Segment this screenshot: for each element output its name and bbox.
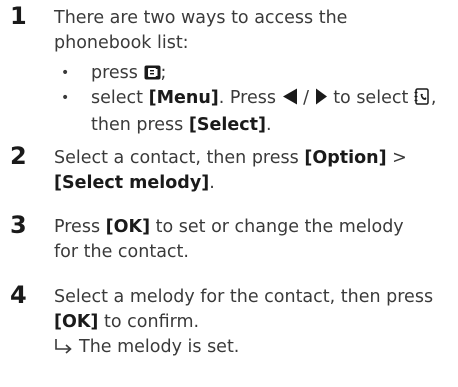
result-text: The melody is set. <box>79 337 240 357</box>
step-text: Press [OK] to set or change the melody f… <box>54 215 456 264</box>
step-text-line: for the contact. <box>54 241 189 262</box>
step-text: There are two ways to access the phonebo… <box>54 6 456 55</box>
ok-key-label: [OK] <box>105 217 151 237</box>
left-triangle-icon <box>282 88 298 113</box>
option-key-label: [Option] <box>304 148 387 168</box>
period-text: . <box>209 172 215 193</box>
press-text: . Press <box>218 88 276 108</box>
bullet-pre-text: press <box>91 63 138 83</box>
bullet-text: select [Menu]. Press / to select , then … <box>91 86 456 137</box>
step-text-pre: Select a contact, then press <box>54 148 299 168</box>
ok-key-label: [OK] <box>54 311 99 332</box>
menu-key-label: [Menu] <box>148 88 219 108</box>
phonebook-key-icon <box>144 63 161 88</box>
step-text-post: to set or change the melody <box>155 217 404 237</box>
step-number: 1 <box>10 2 27 30</box>
right-triangle-icon <box>315 88 328 113</box>
select-melody-label: [Select melody] <box>54 172 210 193</box>
bullet-pre-text: select <box>91 88 143 108</box>
result-arrow-icon <box>54 335 74 363</box>
to-select-text: to select <box>333 88 409 108</box>
step-number: 4 <box>10 281 27 309</box>
bullet-dot: • <box>61 65 70 81</box>
slash-text: / <box>303 88 310 108</box>
step-text-line: There are two ways to access the <box>54 8 348 28</box>
gt-text: > <box>392 148 407 168</box>
step-text-line: Select a melody for the contact, then pr… <box>54 287 434 307</box>
comma-text: , <box>430 88 437 108</box>
bullet-text: press ; <box>91 61 456 88</box>
step-text: Select a contact, then press [Option] > … <box>54 146 456 195</box>
bullet-post-text: ; <box>160 63 167 83</box>
step-text: Select a melody for the contact, then pr… <box>54 285 456 334</box>
period-text: . <box>265 114 272 135</box>
step-text-line: phonebook list: <box>54 32 189 53</box>
phonebook-menu-icon <box>414 88 431 113</box>
press-text: Press <box>54 217 101 237</box>
step-number: 2 <box>10 142 27 170</box>
step-number: 3 <box>10 211 27 239</box>
select-key-label: [Select] <box>188 114 266 135</box>
then-press-text: then press <box>91 114 184 135</box>
step-text-post: to confirm. <box>104 311 200 332</box>
bullet-dot: • <box>61 90 70 106</box>
